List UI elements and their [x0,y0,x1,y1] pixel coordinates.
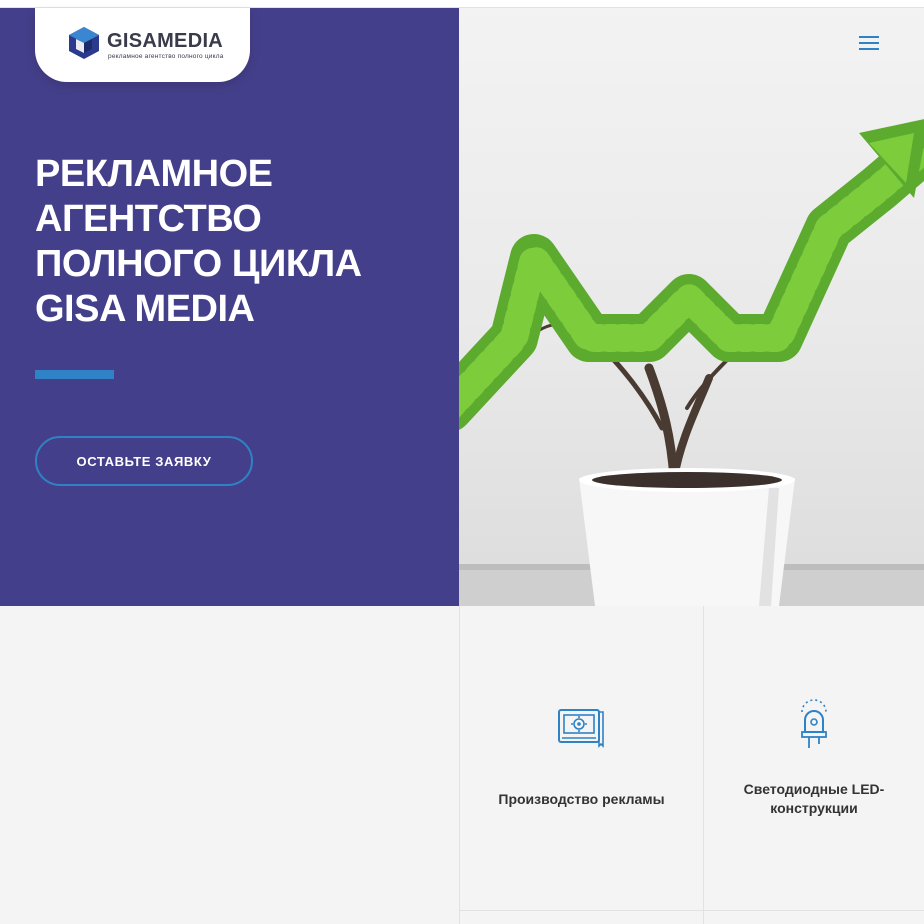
service-label: Производство рекламы [498,791,665,807]
hero-title: РЕКЛАМНОЕ АГЕНТСТВО ПОЛНОГО ЦИКЛА GISA M… [35,152,435,332]
hero-panel: GISAMEDIA рекламное агентство полного ци… [0,8,459,606]
logo-tagline: рекламное агентство полного цикла [108,53,224,60]
gisamedia-logo-mark-icon [69,27,99,59]
led-diode-icon [801,699,827,748]
hamburger-menu-icon[interactable] [859,36,879,52]
request-button[interactable]: ОСТАВЬТЕ ЗАЯВКУ [35,436,253,486]
logo-link[interactable]: GISAMEDIA рекламное агентство полного ци… [35,8,250,82]
hero-image [459,8,924,606]
potted-plant-growth-arrow-image [459,119,924,606]
hero-title-line: РЕКЛАМНОЕ [35,153,273,195]
service-card-advertising-production[interactable]: Производство рекламы [459,606,703,924]
accent-divider [35,370,114,379]
service-label: Светодиодные LED-конструкции [743,781,885,816]
hero-title-line: ПОЛНОГО ЦИКЛА [35,243,362,285]
hero-title-line: АГЕНТСТВО [35,198,262,240]
services-section: Производство рекламы Светодиодные LED-ко… [0,606,924,924]
hero-title-line: GISA MEDIA [35,288,255,330]
divider [459,910,924,911]
blueprint-gear-icon [557,709,604,748]
service-card-led-constructions[interactable]: Светодиодные LED-конструкции [703,606,924,924]
top-strip [0,0,924,8]
logo-name: GISAMEDIA [107,30,224,52]
hero-section: GISAMEDIA рекламное агентство полного ци… [0,8,924,606]
